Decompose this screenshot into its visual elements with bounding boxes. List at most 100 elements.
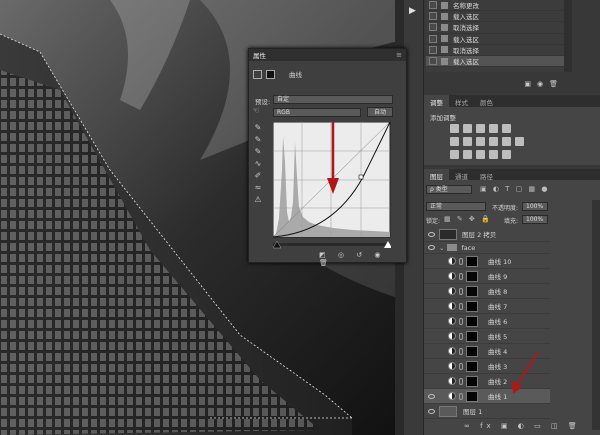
link-icon[interactable] (459, 362, 463, 370)
layer-mask-thumbnail[interactable] (466, 360, 478, 372)
visibility-eye-icon[interactable] (428, 408, 435, 414)
link-layers-icon[interactable]: ∞ (464, 422, 474, 430)
menu-icon[interactable]: ≡ (396, 51, 402, 59)
curves-graph[interactable] (273, 122, 391, 242)
layer-mask-thumbnail[interactable] (466, 330, 478, 342)
history-item[interactable]: 载入选区 (426, 34, 564, 45)
new-adjustment-icon[interactable]: ◐ (518, 422, 528, 430)
layer-mask-thumbnail[interactable] (466, 300, 478, 312)
tab-styles[interactable]: 样式 (449, 95, 474, 107)
layer-row[interactable]: 曲线 8 (424, 284, 550, 299)
history-checkbox[interactable] (429, 57, 437, 66)
history-item-selected[interactable]: 载入选区 (426, 55, 564, 68)
layer-mask-thumbnail[interactable] (466, 345, 478, 357)
chevron-down-icon[interactable]: ⌄ (439, 244, 444, 252)
photo-filter-icon[interactable] (489, 137, 498, 146)
history-item[interactable]: 取消选择 (426, 22, 564, 34)
trash-icon[interactable]: 🗑 (568, 422, 581, 430)
eyedropper-white-icon[interactable]: ✎ (253, 147, 263, 157)
vibrance-icon[interactable] (502, 124, 511, 133)
tab-colors[interactable]: 颜色 (474, 95, 499, 107)
layer-row[interactable]: 曲线 2 (424, 374, 550, 389)
visibility-eye-icon[interactable]: ◉ (374, 251, 385, 259)
auto-button[interactable]: 自动 (367, 107, 393, 117)
history-item[interactable]: 载入选区 (426, 11, 564, 23)
visibility-eye-icon[interactable] (428, 245, 435, 250)
properties-titlebar[interactable]: 属性 ≡ (249, 49, 406, 61)
layer-row[interactable]: 图层 1 (424, 404, 550, 419)
play-icon[interactable]: ▶ (409, 6, 416, 16)
new-group-icon[interactable]: ▭ (534, 422, 545, 430)
history-checkbox[interactable] (429, 1, 437, 10)
link-icon[interactable] (459, 332, 463, 340)
fx-icon[interactable]: fx (480, 422, 495, 430)
new-layer-icon[interactable]: ◫ (551, 422, 562, 430)
link-icon[interactable] (459, 287, 463, 295)
blend-mode-dropdown[interactable]: 正常 (426, 202, 486, 211)
pencil-icon[interactable]: ✐ (253, 171, 263, 181)
layer-row[interactable]: 曲线 3 (424, 359, 550, 374)
channel-dropdown[interactable]: RGB (273, 108, 361, 117)
layer-row[interactable]: 曲线 6 (424, 314, 550, 329)
threshold-icon[interactable] (476, 150, 485, 159)
hand-adjust-icon[interactable]: ☜ (251, 106, 261, 116)
layer-row[interactable]: 图层 2 拷贝 (424, 227, 550, 242)
clip-to-layer-icon[interactable]: ◩ (319, 251, 331, 259)
layer-filter-dropdown[interactable]: ρ 类型 (426, 185, 472, 194)
posterize-icon[interactable] (463, 150, 472, 159)
exposure-icon[interactable] (489, 124, 498, 133)
eyedropper-gray-icon[interactable]: ✎ (253, 135, 263, 145)
layer-mask-thumbnail[interactable] (466, 390, 478, 402)
trash-icon[interactable]: 🗑 (319, 259, 333, 267)
history-item[interactable]: 名称更改 (426, 0, 564, 12)
link-icon[interactable] (459, 272, 463, 280)
curves-icon[interactable] (476, 124, 485, 133)
link-icon[interactable] (459, 392, 463, 400)
opacity-input[interactable]: 100% (522, 202, 548, 211)
layer-row-selected[interactable]: 曲线 1 (424, 389, 550, 404)
layer-row[interactable]: 曲线 9 (424, 269, 550, 284)
preset-dropdown[interactable]: 自定 (273, 95, 393, 104)
invert-icon[interactable] (450, 150, 459, 159)
layer-mask-thumbnail[interactable] (466, 285, 478, 297)
input-sliders[interactable] (271, 239, 391, 249)
reset-icon[interactable]: ↺ (356, 251, 367, 259)
layer-row[interactable]: 曲线 5 (424, 329, 550, 344)
selective-color-icon[interactable] (489, 150, 498, 159)
layer-mask-thumbnail[interactable] (466, 270, 478, 282)
layer-mask-thumbnail[interactable] (466, 255, 478, 267)
history-checkbox[interactable] (429, 45, 437, 54)
trash-icon[interactable]: 🗑 (549, 80, 558, 92)
layer-row[interactable]: 曲线 7 (424, 299, 550, 314)
history-item[interactable]: 取消选择 (426, 45, 564, 56)
layer-row[interactable]: 曲线 10 (424, 254, 550, 269)
lock-icons[interactable]: ▦ ✎ ✥ 🔒 (444, 215, 492, 223)
hue-saturation-icon[interactable] (450, 137, 459, 146)
add-mask-icon[interactable]: ▣ (501, 422, 512, 430)
layer-mask-thumbnail[interactable] (466, 375, 478, 387)
fill-input[interactable]: 100% (522, 215, 548, 224)
gradient-map-icon[interactable] (502, 150, 511, 159)
history-checkbox[interactable] (429, 12, 437, 21)
link-icon[interactable] (459, 257, 463, 265)
eyedropper-black-icon[interactable]: ✎ (253, 123, 263, 133)
history-checkbox[interactable] (429, 34, 437, 43)
layers-scrollbar[interactable] (592, 200, 600, 430)
channel-mixer-icon[interactable] (502, 137, 511, 146)
history-scrollbar[interactable] (564, 0, 572, 72)
layer-row[interactable]: 曲线 4 (424, 344, 550, 359)
tab-adjustments[interactable]: 调整 (424, 95, 449, 107)
link-icon[interactable] (459, 317, 463, 325)
snapshot-icon[interactable]: ◉ (537, 80, 543, 92)
visibility-eye-icon[interactable] (428, 393, 435, 399)
brightness-icon[interactable] (450, 124, 459, 133)
link-icon[interactable] (459, 302, 463, 310)
view-previous-icon[interactable]: ◎ (338, 251, 349, 259)
new-document-icon[interactable]: ▣ (524, 80, 531, 92)
layer-mask-thumbnail[interactable] (466, 315, 478, 327)
clipping-warning-icon[interactable]: ⚠ (253, 195, 263, 205)
color-lookup-icon[interactable] (515, 137, 524, 146)
black-white-icon[interactable] (476, 137, 485, 146)
curve-points-icon[interactable]: ∿ (253, 159, 263, 169)
history-checkbox[interactable] (429, 23, 437, 32)
